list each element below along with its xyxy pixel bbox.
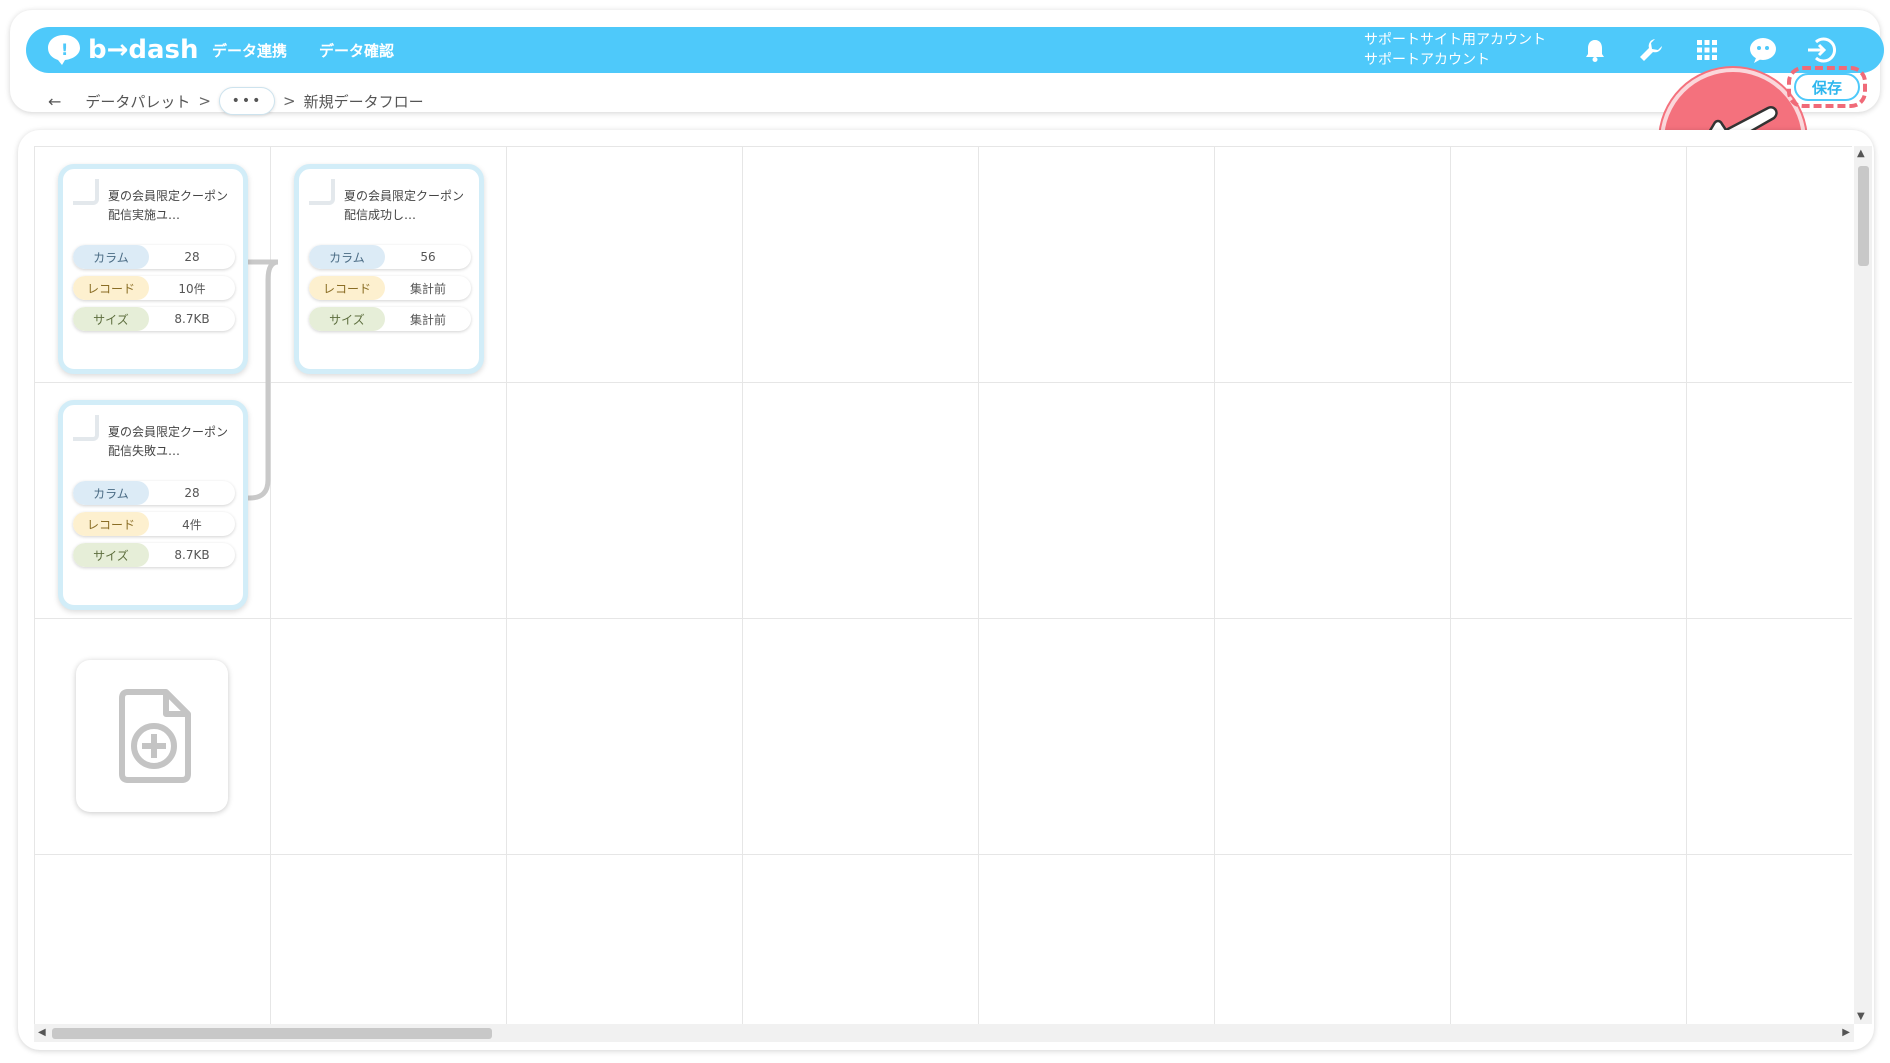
stat-columns: カラム 56 <box>309 245 471 269</box>
stat-label: カラム <box>73 245 149 269</box>
add-file-icon <box>119 689 191 783</box>
stat-columns: カラム 28 <box>73 245 235 269</box>
horizontal-scroll-thumb[interactable] <box>52 1028 492 1039</box>
data-node[interactable]: 夏の会員限定クーポン 配信成功し… カラム 56 レコード 集計前 サイズ 集計… <box>294 164 484 374</box>
stat-value: 8.7KB <box>174 548 210 562</box>
stat-value: 8.7KB <box>174 312 210 326</box>
document-fold-icon <box>73 415 99 441</box>
breadcrumb-root[interactable]: データパレット <box>85 91 190 112</box>
node-title: 夏の会員限定クーポン 配信成功し… <box>344 189 465 222</box>
stat-label: サイズ <box>73 307 149 331</box>
breadcrumb-current: 新規データフロー <box>303 92 424 111</box>
stat-label: レコード <box>73 276 149 300</box>
nav-data-check[interactable]: データ確認 <box>319 40 394 61</box>
stat-value: 56 <box>420 250 436 264</box>
scroll-up-icon[interactable]: ▲ <box>1857 148 1865 159</box>
stat-size: サイズ 8.7KB <box>73 307 235 331</box>
bell-icon[interactable] <box>1580 35 1610 65</box>
stat-label: カラム <box>73 481 149 505</box>
wrench-icon[interactable] <box>1636 35 1666 65</box>
stat-value: 集計前 <box>409 312 446 327</box>
breadcrumb-separator: > <box>198 92 211 110</box>
breadcrumb-collapsed-button[interactable]: ••• <box>219 87 275 115</box>
logo-bubble-icon: ! <box>48 35 80 65</box>
flow-canvas: 夏の会員限定クーポン 配信実施ユ… カラム 28 レコード 10件 サイズ 8.… <box>18 130 1874 1050</box>
horizontal-scrollbar[interactable]: ◀ ▶ <box>34 1024 1854 1042</box>
vertical-scrollbar[interactable]: ▲ ▼ <box>1854 146 1872 1024</box>
apps-grid-icon[interactable] <box>1692 35 1722 65</box>
stat-label: カラム <box>309 245 385 269</box>
node-title: 夏の会員限定クーポン 配信失敗ユ… <box>108 425 229 458</box>
stat-label: レコード <box>73 512 149 536</box>
stat-label: レコード <box>309 276 385 300</box>
stat-label: サイズ <box>73 543 149 567</box>
document-fold-icon <box>73 179 99 205</box>
top-navigation-bar: ! b→dash データ連携 データ確認 サポートサイト用アカウント サポートア… <box>26 27 1884 73</box>
stat-records: レコード 4件 <box>73 512 235 536</box>
stat-label: サイズ <box>309 307 385 331</box>
svg-text:!: ! <box>61 40 68 59</box>
stat-value: 集計前 <box>409 281 446 296</box>
document-fold-icon <box>309 179 335 205</box>
stat-value: 10件 <box>178 281 206 296</box>
add-node-button[interactable] <box>76 660 228 812</box>
stat-value: 28 <box>184 486 200 500</box>
breadcrumb: ← データパレット > ••• > 新規データフロー <box>48 87 424 115</box>
account-info[interactable]: サポートサイト用アカウント サポートアカウント <box>1364 30 1546 70</box>
logo[interactable]: ! b→dash <box>46 33 199 67</box>
data-node[interactable]: 夏の会員限定クーポン 配信実施ユ… カラム 28 レコード 10件 サイズ 8.… <box>58 164 248 374</box>
save-button[interactable]: 保存 <box>1794 73 1860 101</box>
scroll-right-icon[interactable]: ▶ <box>1842 1027 1850 1038</box>
nav-data-link[interactable]: データ連携 <box>212 40 287 61</box>
logo-text: b→dash <box>88 35 199 65</box>
scroll-left-icon[interactable]: ◀ <box>38 1027 46 1038</box>
arrow-left-icon[interactable]: ← <box>48 92 61 111</box>
stat-size: サイズ 8.7KB <box>73 543 235 567</box>
logout-icon[interactable] <box>1806 35 1836 65</box>
stat-value: 4件 <box>182 517 202 532</box>
breadcrumb-separator: > <box>283 92 296 110</box>
stat-records: レコード 集計前 <box>309 276 471 300</box>
node-title: 夏の会員限定クーポン 配信実施ユ… <box>108 189 229 222</box>
account-name: サポートサイト用アカウント <box>1364 32 1546 48</box>
data-node[interactable]: 夏の会員限定クーポン 配信失敗ユ… カラム 28 レコード 4件 サイズ 8.7… <box>58 400 248 610</box>
account-sub: サポートアカウント <box>1364 52 1490 68</box>
header-card: ! b→dash データ連携 データ確認 サポートサイト用アカウント サポートア… <box>10 10 1884 115</box>
scroll-down-icon[interactable]: ▼ <box>1857 1011 1865 1022</box>
stat-value: 28 <box>184 250 200 264</box>
support-bot-icon[interactable] <box>1748 35 1778 65</box>
stat-size: サイズ 集計前 <box>309 307 471 331</box>
stat-columns: カラム 28 <box>73 481 235 505</box>
stat-records: レコード 10件 <box>73 276 235 300</box>
vertical-scroll-thumb[interactable] <box>1858 166 1869 266</box>
